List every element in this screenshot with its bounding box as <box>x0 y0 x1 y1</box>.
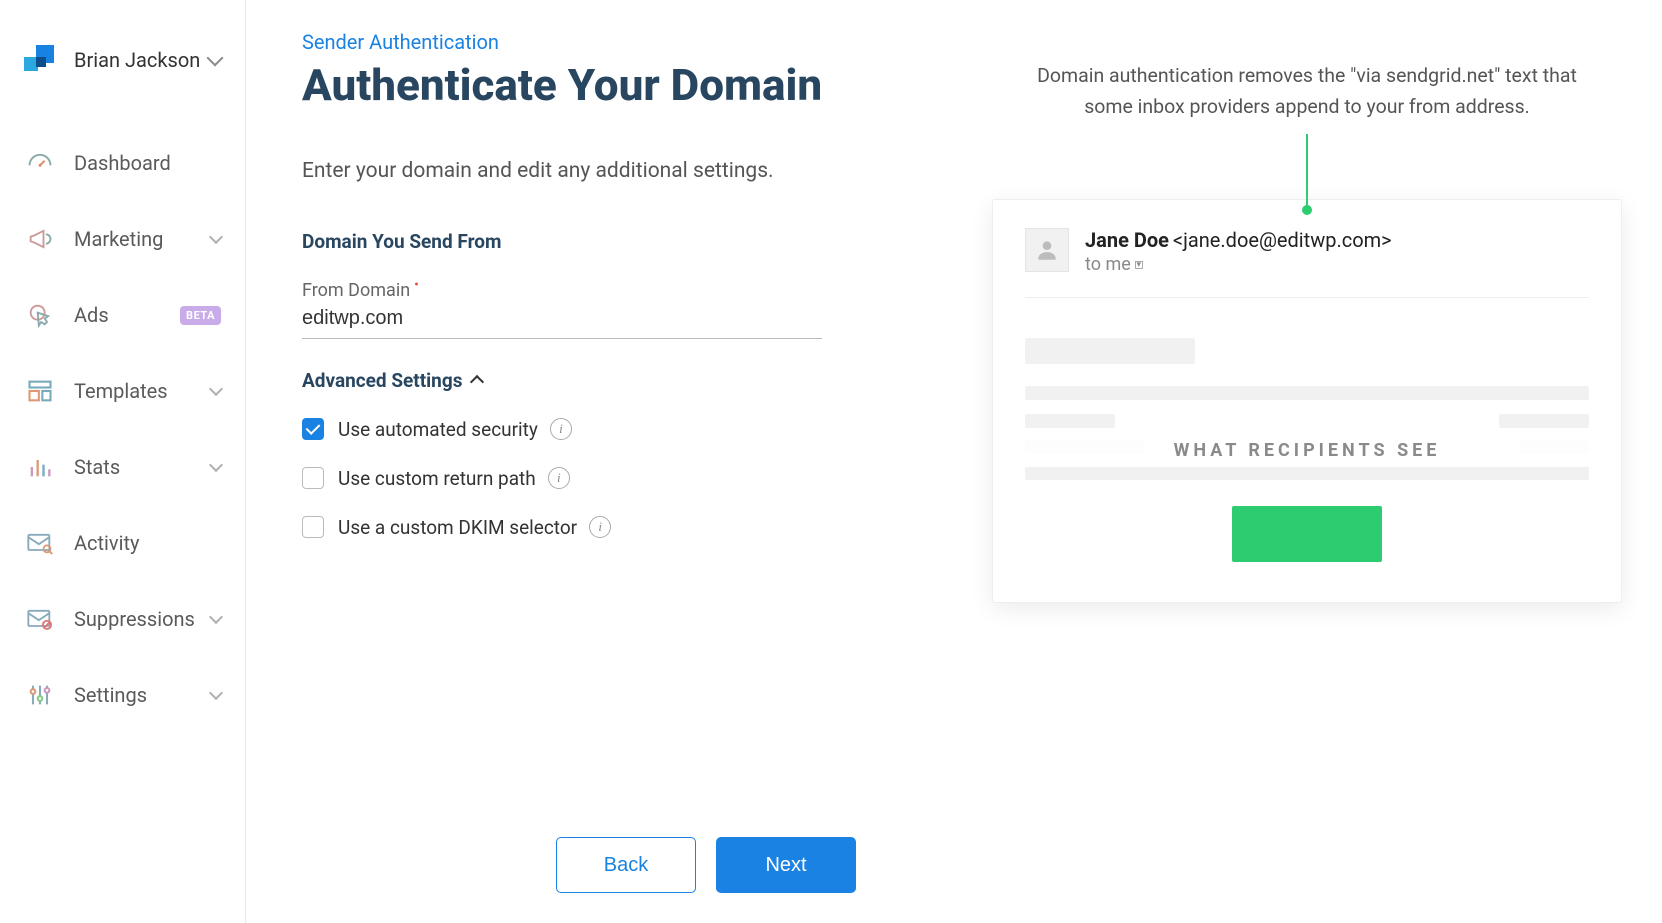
preview-column: Domain authentication removes the "via s… <box>902 30 1622 923</box>
to-line: to me ▾ <box>1085 254 1392 275</box>
cursor-click-icon <box>24 299 56 331</box>
sidebar-item-label: Dashboard <box>74 151 221 175</box>
checkbox-custom-dkim[interactable] <box>302 516 324 538</box>
sidebar-item-ads[interactable]: Ads BETA <box>0 277 245 353</box>
chevron-up-icon <box>470 375 484 389</box>
pointer-line <box>1306 134 1308 209</box>
checkbox-custom-return-path[interactable] <box>302 467 324 489</box>
to-label: to me <box>1085 254 1131 275</box>
beta-badge: BETA <box>180 306 221 325</box>
brand-logo <box>24 45 54 75</box>
option-label: Use custom return path <box>338 467 536 490</box>
from-domain-label: From Domain• <box>302 277 902 301</box>
sidebar-item-settings[interactable]: Settings <box>0 657 245 733</box>
overlay-label: WHAT RECIPIENTS SEE <box>1025 434 1589 467</box>
mail-blocked-icon <box>24 603 56 635</box>
bar-chart-icon <box>24 451 56 483</box>
back-button[interactable]: Back <box>556 837 696 893</box>
sliders-icon <box>24 679 56 711</box>
user-name: Brian Jackson <box>74 48 209 72</box>
advanced-settings-toggle[interactable]: Advanced Settings <box>302 369 902 392</box>
info-icon[interactable]: i <box>548 467 570 489</box>
chevron-down-icon <box>209 382 223 396</box>
mail-search-icon <box>24 527 56 559</box>
gauge-icon <box>24 147 56 179</box>
from-email: <jane.doe@editwp.com> <box>1173 228 1392 252</box>
email-body-skeleton: WHAT RECIPIENTS SEE <box>1025 338 1589 562</box>
wizard-buttons: Back Next <box>556 837 856 893</box>
option-label: Use a custom DKIM selector <box>338 516 577 539</box>
option-custom-return-path: Use custom return path i <box>302 467 902 490</box>
chevron-down-icon <box>209 458 223 472</box>
sidebar-item-label: Activity <box>74 531 221 555</box>
account-switcher[interactable]: Brian Jackson <box>0 45 245 105</box>
from-domain-input[interactable] <box>302 305 822 339</box>
required-indicator: • <box>414 277 419 293</box>
email-preview-card: Jane Doe <jane.doe@editwp.com> to me ▾ <box>992 199 1622 603</box>
next-button[interactable]: Next <box>716 837 856 893</box>
sidebar-item-activity[interactable]: Activity <box>0 505 245 581</box>
main-content: Sender Authentication Authenticate Your … <box>246 0 1662 923</box>
preview-cta-placeholder <box>1232 506 1382 562</box>
from-name: Jane Doe <box>1085 228 1169 252</box>
sidebar-item-label: Templates <box>74 379 211 403</box>
primary-nav: Dashboard Marketing Ads BETA <box>0 105 245 733</box>
dropdown-caret-icon[interactable]: ▾ <box>1135 261 1143 269</box>
breadcrumb[interactable]: Sender Authentication <box>302 30 499 54</box>
chevron-down-icon <box>209 610 223 624</box>
sidebar-item-label: Marketing <box>74 227 211 251</box>
layout-icon <box>24 375 56 407</box>
option-automated-security: Use automated security i <box>302 418 902 441</box>
info-icon[interactable]: i <box>589 516 611 538</box>
page-subtext: Enter your domain and edit any additiona… <box>302 155 902 188</box>
option-custom-dkim: Use a custom DKIM selector i <box>302 516 902 539</box>
megaphone-icon <box>24 223 56 255</box>
preview-description: Domain authentication removes the "via s… <box>1017 60 1597 122</box>
sidebar-item-templates[interactable]: Templates <box>0 353 245 429</box>
sidebar-item-suppressions[interactable]: Suppressions <box>0 581 245 657</box>
avatar-icon <box>1025 228 1069 272</box>
sidebar-item-label: Suppressions <box>74 607 211 631</box>
chevron-down-icon <box>207 50 224 67</box>
sidebar-item-stats[interactable]: Stats <box>0 429 245 505</box>
sidebar: Brian Jackson Dashboard Marketing <box>0 0 246 923</box>
from-block: Jane Doe <jane.doe@editwp.com> to me ▾ <box>1085 228 1392 275</box>
option-label: Use automated security <box>338 418 538 441</box>
sidebar-item-marketing[interactable]: Marketing <box>0 201 245 277</box>
section-domain-title: Domain You Send From <box>302 230 902 253</box>
form-column: Sender Authentication Authenticate Your … <box>302 30 902 923</box>
from-domain-label-text: From Domain <box>302 280 410 301</box>
sidebar-item-dashboard[interactable]: Dashboard <box>0 125 245 201</box>
sidebar-item-label: Stats <box>74 455 211 479</box>
checkbox-automated-security[interactable] <box>302 418 324 440</box>
page-title: Authenticate Your Domain <box>302 58 902 113</box>
advanced-settings-label: Advanced Settings <box>302 369 462 392</box>
chevron-down-icon <box>209 230 223 244</box>
email-header: Jane Doe <jane.doe@editwp.com> to me ▾ <box>1025 228 1589 298</box>
chevron-down-icon <box>209 686 223 700</box>
sidebar-item-label: Ads <box>74 303 172 327</box>
info-icon[interactable]: i <box>550 418 572 440</box>
sidebar-item-label: Settings <box>74 683 211 707</box>
